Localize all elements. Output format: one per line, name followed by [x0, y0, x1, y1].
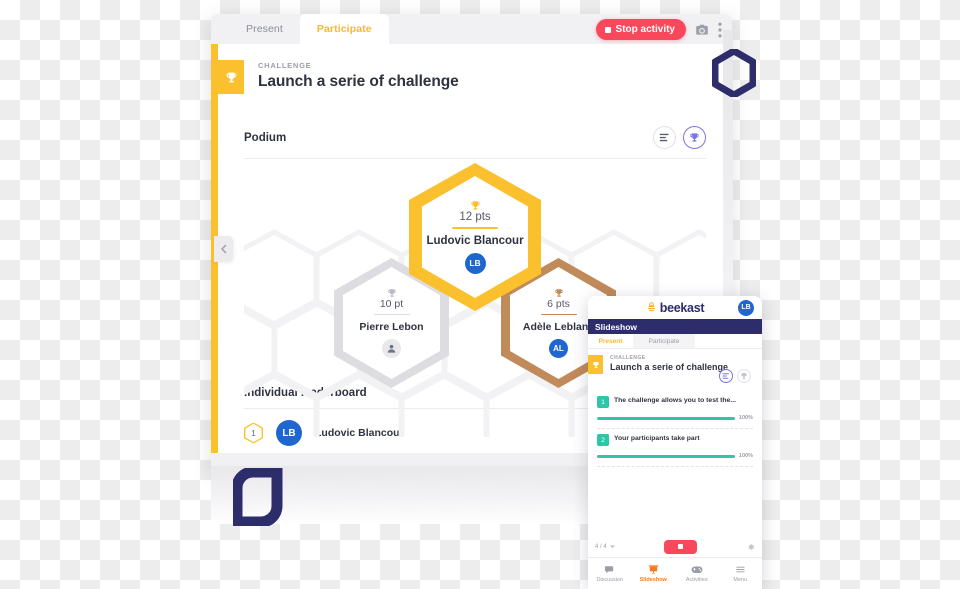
- podium-points: 10 pt: [379, 297, 404, 310]
- challenge-title: Launch a serie of challenge: [610, 362, 729, 372]
- stop-activity-label: Stop activity: [615, 24, 675, 35]
- hexagon-outline-logo: [711, 47, 757, 102]
- page-counter: 4 / 4: [595, 544, 615, 550]
- gear-icon[interactable]: [747, 543, 755, 551]
- camera-icon[interactable]: [695, 23, 709, 37]
- mobile-app-panel: beekast LB Slideshow Present Participate…: [588, 296, 762, 589]
- presentation-icon: [648, 565, 658, 575]
- nav-item-activities[interactable]: Activities: [675, 558, 719, 589]
- progress-percent: 100%: [738, 453, 753, 459]
- stop-square-icon: [678, 544, 684, 549]
- divider: [373, 313, 410, 316]
- person-icon: [387, 345, 396, 353]
- rank-number: 1: [251, 428, 256, 438]
- caret-icon: [609, 545, 615, 548]
- progress-bar: [597, 416, 735, 420]
- progress-bar: [597, 454, 735, 458]
- question-text: Your participants take part: [614, 435, 700, 442]
- podium-points: 6 pts: [547, 297, 570, 310]
- nav-item-slideshow[interactable]: Slideshow: [632, 558, 676, 589]
- tab-participate[interactable]: Participate: [633, 334, 695, 348]
- collapse-panel-button[interactable]: [214, 236, 233, 262]
- chevron-left-icon: [220, 244, 226, 254]
- hamburger-icon: [736, 566, 745, 573]
- bee-icon: [648, 302, 655, 312]
- challenge-kicker: CHALLENGE: [258, 61, 312, 70]
- avatar: [382, 339, 401, 359]
- avatar: AL: [549, 339, 568, 359]
- trophy-icon: [218, 60, 244, 94]
- window-actions: Stop activity: [595, 19, 722, 40]
- challenge-header: CHALLENGE Launch a serie of challenge: [218, 44, 732, 94]
- avatar: LB: [276, 420, 302, 446]
- list-item[interactable]: 2 Your participants take part 100%: [597, 429, 753, 467]
- brand-name: beekast: [659, 300, 705, 315]
- avatar: LB: [464, 252, 486, 274]
- page-title: Launch a serie of challenge: [258, 73, 459, 90]
- leaf-logo: [231, 466, 291, 531]
- tab-present[interactable]: Present: [229, 14, 300, 44]
- mobile-section-title: Slideshow: [588, 319, 762, 334]
- mobile-stop-button[interactable]: [664, 539, 698, 554]
- participant-name: Ludovic Blancour: [315, 427, 404, 439]
- tab-present[interactable]: Present: [588, 334, 633, 348]
- challenge-kicker: CHALLENGE: [610, 355, 646, 361]
- podium-header: Podium: [244, 94, 706, 159]
- mobile-tab-bar: Present Participate: [588, 334, 762, 349]
- podium-place-1: 12 pts Ludovic Blancour LB: [409, 163, 541, 311]
- trophy-icon: [588, 355, 603, 374]
- question-number: 2: [597, 434, 609, 446]
- nav-label: Slideshow: [639, 577, 667, 583]
- progress-percent: 100%: [738, 415, 753, 421]
- desktop-tab-bar: Present Participate Stop activity: [211, 14, 732, 44]
- stop-square-icon: [604, 26, 611, 33]
- mobile-playback-controls: 4 / 4: [588, 536, 762, 557]
- rank-hexagon: 1: [244, 422, 263, 444]
- trophy-icon: [470, 201, 480, 210]
- nav-item-discussion[interactable]: Discussion: [588, 558, 632, 589]
- stop-activity-button[interactable]: Stop activity: [595, 19, 686, 40]
- nav-label: Activities: [685, 577, 708, 583]
- nav-label: Discussion: [596, 577, 624, 583]
- mobile-view-toggles: [719, 369, 751, 383]
- podium-title: Podium: [244, 131, 287, 144]
- mobile-bottom-nav: Discussion Slideshow Activities Menu: [588, 557, 762, 589]
- mobile-top-bar: beekast LB: [588, 296, 762, 319]
- podium-name: Ludovic Blancour: [426, 234, 524, 247]
- list-bars-icon[interactable]: [653, 126, 676, 149]
- question-number: 1: [597, 396, 609, 408]
- gamepad-icon: [691, 566, 703, 573]
- trophy-icon: [387, 289, 396, 297]
- podium-name: Adèle Leblanc: [522, 321, 595, 334]
- podium-view-toggles: [653, 126, 706, 149]
- list-bars-icon[interactable]: [719, 369, 733, 383]
- list-item[interactable]: 1 The challenge allows you to test the..…: [597, 391, 753, 429]
- avatar[interactable]: LB: [738, 299, 754, 316]
- trophy-icon: [554, 289, 563, 297]
- divider: [452, 227, 498, 229]
- beekast-logo: beekast: [646, 300, 705, 315]
- chat-icon: [605, 566, 614, 574]
- more-vertical-icon[interactable]: [718, 22, 722, 38]
- podium-points: 12 pts: [459, 211, 491, 224]
- mobile-question-list: 1 The challenge allows you to test the..…: [588, 385, 762, 467]
- nav-item-menu[interactable]: Menu: [719, 558, 763, 589]
- nav-label: Menu: [733, 577, 748, 583]
- podium-name: Pierre Lebon: [359, 321, 424, 334]
- mobile-challenge-header: CHALLENGE Launch a serie of challenge: [588, 349, 762, 385]
- question-text: The challenge allows you to test the...: [614, 397, 736, 404]
- tab-participate[interactable]: Participate: [299, 14, 389, 44]
- divider: [540, 313, 577, 316]
- trophy-icon[interactable]: [683, 126, 706, 149]
- trophy-icon[interactable]: [737, 369, 751, 383]
